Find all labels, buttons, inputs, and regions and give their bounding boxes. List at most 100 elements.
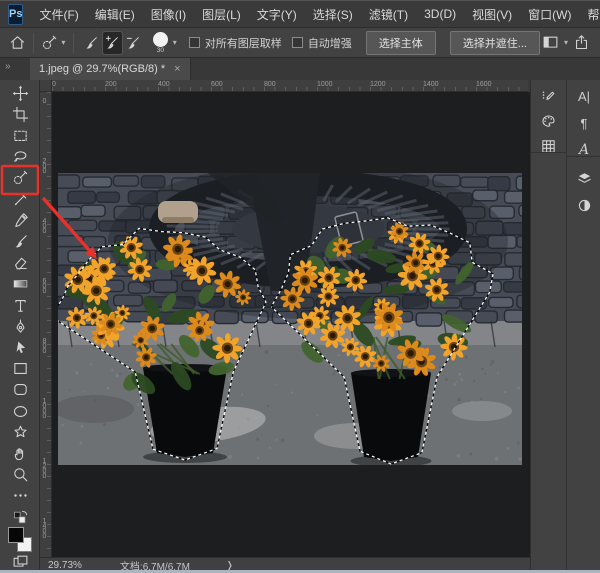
adjustments-panel-icon[interactable] — [572, 193, 596, 217]
v-ruler-label: 0 — [41, 98, 48, 103]
pen-tool[interactable] — [7, 315, 33, 337]
swatches-panel-icon[interactable] — [536, 134, 560, 158]
menu-3[interactable]: 图像(I) — [144, 2, 193, 27]
character-panel-icon[interactable]: A| — [572, 84, 596, 108]
share-icon[interactable] — [570, 32, 592, 54]
move-tool[interactable] — [7, 82, 33, 104]
auto-enhance-checkbox[interactable] — [292, 37, 303, 48]
panel-divider — [566, 80, 567, 573]
subtract-from-selection-mode-icon[interactable] — [124, 32, 143, 54]
menu-9[interactable]: 视图(V) — [465, 2, 519, 27]
v-ruler-label: 200 — [41, 158, 48, 173]
brush-tool[interactable] — [7, 230, 33, 252]
h-ruler-label: 1600 — [476, 81, 492, 88]
photoshop-window: Ps 文件(F)编辑(E)图像(I)图层(L)文字(Y)选择(S)滤镜(T)3D… — [0, 0, 600, 573]
select-and-mask-button[interactable]: 选择并遮住... — [450, 31, 540, 55]
vertical-ruler: 0 200 400 600 800 1000 1200 1400 — [40, 92, 52, 557]
separator — [73, 33, 74, 53]
layers-panel-icon[interactable] — [572, 166, 596, 190]
menu-5[interactable]: 文字(Y) — [250, 2, 304, 27]
tab-close-icon[interactable]: × — [174, 63, 180, 75]
home-icon[interactable] — [8, 32, 27, 54]
lasso-tool[interactable] — [7, 146, 33, 168]
ellipse-tool[interactable] — [7, 400, 33, 422]
v-ruler-label: 1200 — [41, 458, 48, 478]
sample-all-layers-checkbox[interactable] — [189, 37, 200, 48]
rectangular-marquee-tool[interactable] — [7, 124, 33, 146]
document-tab-title: 1.jpeg @ 29.7%(RGB/8) * — [39, 63, 165, 75]
rectangle-tool[interactable] — [7, 358, 33, 380]
hand-tool[interactable] — [7, 442, 33, 464]
photoshop-logo-icon: Ps — [8, 4, 23, 25]
chevron-down-icon[interactable]: ▾ — [564, 38, 568, 47]
screen-mode-tool[interactable] — [7, 550, 33, 572]
menu-7[interactable]: 滤镜(T) — [362, 2, 415, 27]
panel-group-divider — [567, 156, 600, 157]
ruler-origin-corner — [40, 80, 52, 92]
menu-1[interactable]: 文件(F) — [32, 2, 85, 27]
v-ruler-label: 400 — [41, 218, 48, 233]
workspace-icon[interactable] — [540, 32, 562, 54]
auto-enhance-label: 自动增强 — [308, 35, 352, 51]
eyedropper-tool[interactable] — [7, 209, 33, 231]
document-image-sunflowers[interactable] — [58, 173, 522, 465]
rounded-rectangle-tool[interactable] — [7, 379, 33, 401]
default-swap-colors[interactable] — [7, 506, 33, 528]
h-ruler-label: 1000 — [317, 81, 333, 88]
brush-settings-panel-icon[interactable] — [536, 84, 560, 108]
menu-list: 文件(F)编辑(E)图像(I)图层(L)文字(Y)选择(S)滤镜(T)3D(D)… — [32, 2, 600, 27]
panel-dock: A| ¶ A — [530, 80, 600, 573]
v-ruler-label: 1400 — [41, 518, 48, 538]
new-selection-mode-icon[interactable] — [81, 32, 100, 54]
zoom-tool[interactable] — [7, 464, 33, 486]
canvas-area[interactable] — [52, 92, 530, 557]
crop-tool[interactable] — [7, 103, 33, 125]
foreground-color-swatch[interactable] — [8, 527, 24, 543]
menu-bar: Ps 文件(F)编辑(E)图像(I)图层(L)文字(Y)选择(S)滤镜(T)3D… — [0, 0, 600, 28]
menu-2[interactable]: 编辑(E) — [88, 2, 142, 27]
brush-preview-icon — [153, 32, 168, 47]
chevron-down-icon[interactable]: ▾ — [61, 38, 65, 47]
horizontal-ruler: 020040060080010001200140016001800 — [52, 80, 528, 92]
v-ruler-label: 1000 — [41, 398, 48, 418]
edit-toolbar[interactable] — [7, 485, 33, 507]
h-ruler-label: 1400 — [423, 81, 439, 88]
brush-size-picker[interactable]: 30 — [150, 32, 171, 54]
auto-enhance-checkbox-group[interactable]: 自动增强 — [292, 35, 352, 51]
v-ruler-label: 600 — [41, 278, 48, 293]
menu-4[interactable]: 图层(L) — [195, 2, 248, 27]
select-subject-button[interactable]: 选择主体 — [366, 31, 436, 55]
h-ruler-label: 400 — [158, 81, 170, 88]
sample-all-layers-checkbox-group[interactable]: 对所有图层取样 — [189, 35, 282, 51]
tool-preset-icon[interactable] — [40, 32, 59, 54]
collapse-panels-icon[interactable]: » — [5, 61, 11, 72]
document-tab[interactable]: 1.jpeg @ 29.7%(RGB/8) * × — [30, 58, 191, 80]
h-ruler-label: 200 — [105, 81, 117, 88]
custom-shape-tool[interactable] — [7, 421, 33, 443]
h-ruler-label: 0 — [52, 81, 56, 88]
menu-10[interactable]: 窗口(W) — [521, 2, 578, 27]
chevron-down-icon[interactable]: ▾ — [173, 38, 177, 47]
paragraph-panel-icon[interactable]: ¶ — [572, 111, 596, 135]
path-selection-tool[interactable] — [7, 336, 33, 358]
h-ruler-label: 600 — [211, 81, 223, 88]
menu-6[interactable]: 选择(S) — [306, 2, 360, 27]
spot-healing-brush-tool[interactable] — [7, 188, 33, 210]
v-ruler-label: 800 — [41, 338, 48, 353]
tools-panel — [0, 80, 40, 573]
menu-11[interactable]: 帮助(H) — [580, 2, 600, 27]
document-tab-bar: » 1.jpeg @ 29.7%(RGB/8) * × — [0, 58, 600, 80]
color-panel-icon[interactable] — [536, 109, 560, 133]
sample-all-layers-label: 对所有图层取样 — [205, 35, 282, 51]
eraser-tool[interactable] — [7, 252, 33, 274]
add-to-selection-mode-icon[interactable] — [103, 32, 122, 54]
separator — [33, 33, 34, 53]
gradient-tool[interactable] — [7, 273, 33, 295]
h-ruler-label: 800 — [264, 81, 276, 88]
panel-group-divider — [531, 152, 566, 153]
menu-8[interactable]: 3D(D) — [417, 3, 463, 25]
glyphs-panel-icon[interactable]: A — [572, 138, 596, 162]
tool-options-bar: ▾ 30 ▾ 对所有图层取样 自动增强 选择主体 选择并遮住... ▾ — [0, 28, 600, 58]
type-tool[interactable] — [7, 294, 33, 316]
quick-selection-tool[interactable] — [7, 167, 33, 189]
